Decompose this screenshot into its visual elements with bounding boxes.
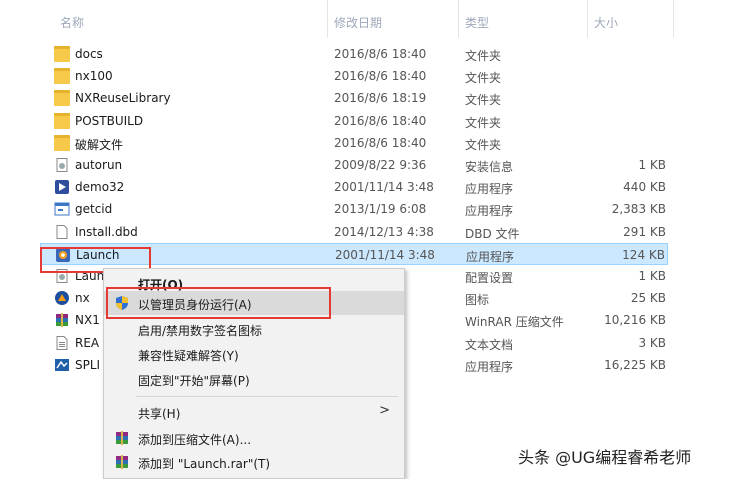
highlight-box-run-as-admin [106, 287, 331, 319]
file-name: SPLI [75, 357, 101, 372]
menu-item-label: 启用/禁用数字签名图标 [138, 324, 263, 338]
file-type: 安装信息 [465, 160, 514, 174]
file-size: 1 KB [638, 158, 666, 172]
winrar-icon [114, 430, 130, 446]
window-app-icon [54, 201, 70, 217]
menu-item-label: 固定到"开始"屏幕(P) [138, 374, 250, 388]
file-size: 3 KB [638, 335, 666, 350]
menu-item-label: 共享(H) [138, 407, 181, 421]
column-size-header[interactable]: 大小 [594, 14, 624, 28]
menu-item-pin-to-start[interactable]: 固定到"开始"屏幕(P) [104, 367, 404, 391]
folder-icon [54, 46, 70, 62]
text-file-icon [54, 335, 70, 351]
file-row[interactable]: docs 2016/8/6 18:40 文件夹 [40, 43, 668, 65]
app-icon [54, 179, 70, 195]
file-name: autorun [75, 158, 123, 172]
menu-item-label: 添加到压缩文件(A)... [138, 433, 252, 447]
file-size: 124 KB [622, 247, 665, 262]
file-name: Install.dbd [75, 224, 138, 239]
file-type: 文件夹 [465, 137, 502, 152]
menu-item-add-to-launch-rar[interactable]: 添加到 "Launch.rar"(T) [104, 450, 404, 474]
file-size: 2,383 KB [611, 202, 666, 217]
file-type: 文件夹 [465, 93, 502, 108]
file-type: 文件夹 [465, 115, 502, 130]
watermark-text: 头条 @UG编程睿希老师 [518, 448, 692, 467]
file-type: 应用程序 [466, 249, 515, 264]
column-divider[interactable] [587, 0, 588, 38]
blank-file-icon [54, 224, 70, 240]
file-date: 2016/8/6 18:40 [334, 113, 427, 128]
file-name: nx100 [75, 69, 113, 84]
file-row[interactable]: getcid 2013/1/19 6:08 应用程序 2,383 KB [40, 198, 668, 220]
file-date: 2016/8/6 18:40 [334, 135, 427, 150]
file-date: 2013/1/19 6:08 [334, 202, 427, 217]
file-type: 配置设置 [465, 271, 514, 285]
file-name: nx [75, 291, 90, 306]
file-name: NXReuseLibrary [75, 91, 171, 106]
menu-separator [136, 396, 398, 397]
file-name: demo32 [75, 180, 125, 195]
menu-item-label: 兼容性疑难解答(Y) [138, 349, 239, 363]
file-size: 16,225 KB [604, 357, 666, 372]
file-type: 应用程序 [465, 359, 514, 374]
file-row[interactable]: nx100 2016/8/6 18:40 文件夹 [40, 65, 668, 87]
submenu-arrow-icon: > [379, 403, 390, 418]
file-type: 应用程序 [465, 204, 514, 219]
file-type: 文本文档 [465, 337, 514, 352]
file-row[interactable]: NXReuseLibrary 2016/8/6 18:19 文件夹 [40, 87, 668, 109]
column-date-header[interactable]: 修改日期 [334, 14, 394, 28]
column-divider[interactable] [673, 0, 674, 38]
file-row[interactable]: demo32 2001/11/14 3:48 应用程序 440 KB [40, 176, 668, 198]
file-name: 破解文件 [75, 137, 124, 152]
file-type: DBD 文件 [465, 226, 520, 241]
file-type: 文件夹 [465, 49, 502, 63]
file-date: 2009/8/22 9:36 [334, 158, 427, 172]
file-size: 10,216 KB [604, 313, 666, 328]
file-name: NX1 [75, 313, 100, 328]
file-date: 2016/8/6 18:40 [334, 47, 427, 61]
menu-item-toggle-signature-icon[interactable]: 启用/禁用数字签名图标 [104, 317, 404, 341]
file-size: 1 KB [638, 269, 666, 283]
file-date: 2014/12/13 4:38 [334, 224, 434, 239]
file-row[interactable]: autorun 2009/8/22 9:36 安装信息 1 KB [40, 154, 668, 176]
file-type: WinRAR 压缩文件 [465, 315, 564, 330]
column-name-header[interactable]: 名称 [60, 14, 90, 28]
column-divider[interactable] [458, 0, 459, 38]
file-size: 291 KB [623, 224, 666, 239]
file-type: 应用程序 [465, 182, 514, 197]
file-date: 2001/11/14 3:48 [335, 247, 435, 262]
file-row[interactable]: 破解文件 2016/8/6 18:40 文件夹 [40, 132, 668, 154]
file-name: docs [75, 47, 103, 61]
column-divider[interactable] [327, 0, 328, 38]
file-type: 图标 [465, 293, 490, 308]
setup-info-icon [54, 157, 70, 173]
file-date: 2001/11/14 3:48 [334, 180, 434, 195]
column-type-header[interactable]: 类型 [465, 14, 505, 28]
folder-icon [54, 112, 70, 129]
file-date: 2016/8/6 18:40 [334, 69, 427, 84]
file-row[interactable]: Install.dbd 2014/12/13 4:38 DBD 文件 291 KB [40, 221, 668, 243]
file-size: 25 KB [630, 291, 666, 306]
file-name: POSTBUILD [75, 113, 144, 128]
nx-icon [54, 290, 70, 306]
menu-item-share[interactable]: 共享(H) > [104, 400, 404, 424]
menu-item-label: 添加到 "Launch.rar"(T) [138, 457, 271, 471]
folder-icon [54, 68, 70, 85]
file-name: getcid [75, 202, 113, 217]
file-explorer-window: 名称 修改日期 类型 大小 docs 2016/8/6 18:40 文件夹 nx100… [0, 0, 733, 479]
splm-app-icon [54, 357, 70, 373]
menu-item-compat-troubleshoot[interactable]: 兼容性疑难解答(Y) [104, 342, 404, 366]
menu-item-add-to-archive[interactable]: 添加到压缩文件(A)... [104, 426, 404, 450]
winrar-icon [54, 312, 70, 328]
file-size: 440 KB [623, 180, 666, 195]
file-row[interactable]: POSTBUILD 2016/8/6 18:40 文件夹 [40, 110, 668, 132]
column-header: 名称 修改日期 类型 大小 [0, 0, 733, 38]
folder-icon [54, 134, 70, 151]
folder-icon [54, 90, 70, 107]
winrar-icon [114, 454, 130, 470]
file-name: REA [75, 335, 100, 350]
file-type: 文件夹 [465, 71, 502, 86]
file-date: 2016/8/6 18:19 [334, 91, 427, 106]
